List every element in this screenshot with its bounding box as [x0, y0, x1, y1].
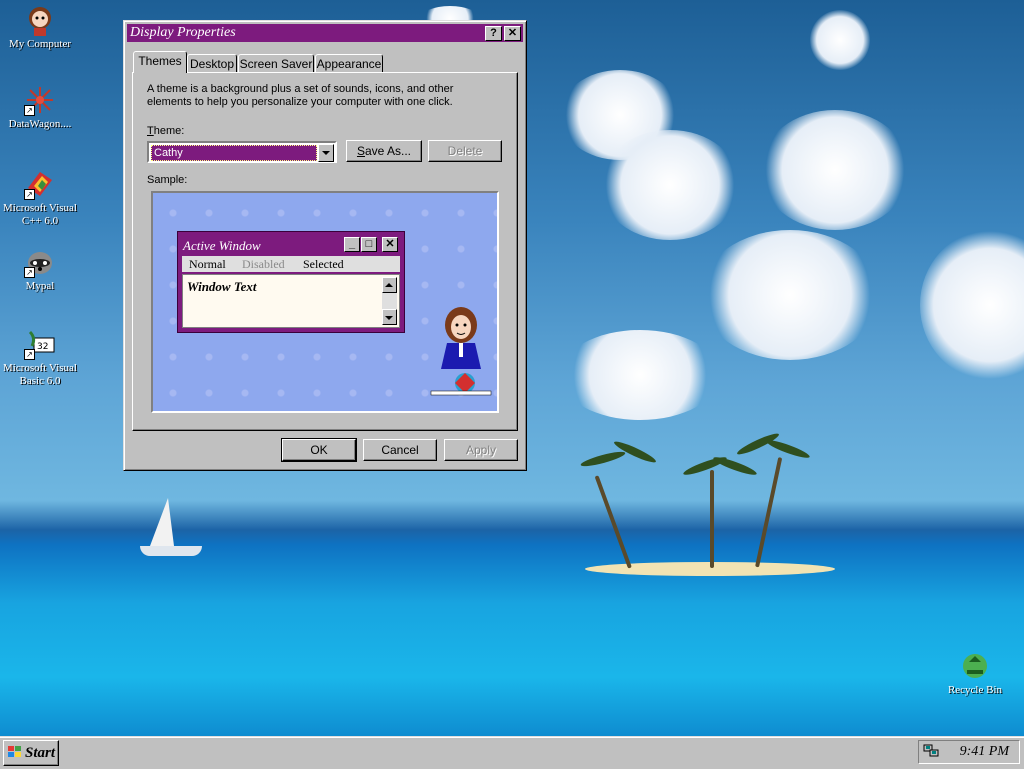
cloud: [810, 10, 870, 70]
sample-active-window: Active Window _ □ ✕ Normal Disabled Sele…: [177, 231, 405, 333]
cancel-button[interactable]: Cancel: [363, 439, 437, 461]
chevron-down-icon: [322, 151, 330, 155]
desktop-icon-my-computer[interactable]: My Computer: [0, 4, 80, 51]
palm-trunk: [594, 475, 632, 569]
theme-sample-preview: Active Window _ □ ✕ Normal Disabled Sele…: [151, 191, 499, 413]
desktop-icon-recycle-bin[interactable]: Recycle Bin: [935, 650, 1015, 697]
cloud: [920, 230, 1024, 380]
tab-themes[interactable]: Themes: [133, 51, 187, 73]
desktop-icon-label: My Computer: [8, 38, 72, 50]
maximize-icon: □: [361, 237, 377, 252]
scroll-up-button: [382, 277, 397, 293]
cathy-computer-icon: [24, 4, 56, 36]
shortcut-arrow-icon: ↗: [24, 349, 35, 360]
svg-text:32: 32: [37, 342, 48, 352]
title-bar[interactable]: Display Properties ? ✕: [127, 24, 523, 42]
close-button[interactable]: ✕: [504, 26, 521, 41]
desktop-icon-label: Mypal: [25, 280, 55, 292]
shortcut-arrow-icon: ↗: [24, 105, 35, 116]
theme-dropdown[interactable]: Cathy: [147, 141, 337, 163]
visual-cpp-icon: ↗: [24, 168, 56, 200]
display-properties-dialog: Display Properties ? ✕ Themes Desktop Sc…: [123, 20, 527, 471]
start-label: Start: [25, 745, 56, 761]
desktop-icon-label: Microsoft Visual C++ 6.0: [3, 202, 77, 227]
cloud: [600, 130, 740, 240]
chevron-down-icon: [385, 316, 393, 320]
window-title: Display Properties: [130, 25, 236, 40]
desktop-icon-mypal[interactable]: ↗ Mypal: [0, 246, 80, 293]
ok-button[interactable]: OK: [281, 438, 357, 462]
sample-window-text: Window Text: [187, 279, 257, 294]
cloud: [560, 330, 720, 420]
scroll-down-button: [382, 309, 397, 325]
cloud: [760, 110, 910, 230]
theme-label-rest: heme:: [153, 125, 185, 137]
desktop-icon-label: Recycle Bin: [947, 684, 1003, 696]
apply-button[interactable]: Apply: [444, 439, 518, 461]
sailboat-sail: [150, 498, 174, 546]
cloud: [700, 230, 880, 360]
theme-label: Theme:: [147, 125, 184, 138]
shortcut-arrow-icon: ↗: [24, 189, 35, 200]
desktop-icon-visual-cpp[interactable]: ↗ Microsoft Visual C++ 6.0: [0, 168, 80, 228]
shortcut-arrow-icon: ↗: [24, 267, 35, 278]
system-tray: 9:41 PM: [918, 740, 1020, 764]
chevron-up-icon: [385, 283, 393, 287]
tab-appearance[interactable]: Appearance: [315, 54, 383, 73]
sample-menu-selected: Selected: [303, 257, 344, 271]
sample-menu-bar: Normal Disabled Selected: [182, 256, 400, 272]
datawagon-icon: ↗: [24, 84, 56, 116]
windows-logo-icon: [8, 746, 22, 759]
help-button[interactable]: ?: [485, 26, 502, 41]
save-as-rest: ave As...: [364, 144, 412, 158]
cathy-character-icon: [429, 303, 493, 403]
theme-label-hotkey: T: [147, 125, 154, 137]
start-button[interactable]: Start: [3, 740, 59, 766]
sailboat-hull: [140, 546, 202, 556]
minimize-icon: _: [344, 237, 360, 252]
save-as-button[interactable]: Save As...: [346, 140, 422, 162]
sample-window-title: Active Window: [183, 238, 261, 253]
desktop-icon-datawagon[interactable]: ↗ DataWagon....: [0, 84, 80, 131]
recycle-bin-icon: [959, 650, 991, 682]
sample-menu-normal: Normal: [189, 257, 226, 271]
visual-basic-icon: 32 ↗: [24, 328, 56, 360]
raccoon-icon: ↗: [24, 246, 56, 278]
tab-screen-saver[interactable]: Screen Saver: [238, 54, 314, 73]
theme-dropdown-value: Cathy: [151, 145, 317, 161]
desktop-icon-label: DataWagon....: [8, 118, 72, 130]
sample-menu-disabled: Disabled: [242, 257, 285, 271]
palm-leaves: [765, 437, 811, 461]
taskbar: Start 9:41 PM: [0, 736, 1024, 769]
sample-window-body: Window Text: [182, 274, 400, 328]
desktop-icon-label: Microsoft Visual Basic 6.0: [3, 362, 77, 387]
delete-button[interactable]: Delete: [428, 140, 502, 162]
clock[interactable]: 9:41 PM: [960, 744, 1009, 760]
network-icon[interactable]: [923, 744, 939, 758]
palm-leaves: [712, 454, 758, 478]
close-icon: ✕: [382, 237, 398, 252]
sample-scrollbar: [382, 277, 397, 325]
palm-trunk: [755, 457, 783, 568]
save-as-hotkey: S: [356, 144, 365, 158]
themes-panel: A theme is a background plus a set of so…: [132, 72, 518, 431]
desktop-icon-visual-basic[interactable]: 32 ↗ Microsoft Visual Basic 6.0: [0, 328, 80, 388]
palm-trunk: [710, 470, 714, 568]
palm-leaves: [579, 449, 627, 469]
sample-label: Sample:: [147, 174, 188, 186]
dropdown-arrow-button[interactable]: [318, 144, 334, 162]
tab-desktop[interactable]: Desktop: [187, 54, 237, 73]
theme-description: A theme is a background plus a set of so…: [147, 83, 454, 108]
